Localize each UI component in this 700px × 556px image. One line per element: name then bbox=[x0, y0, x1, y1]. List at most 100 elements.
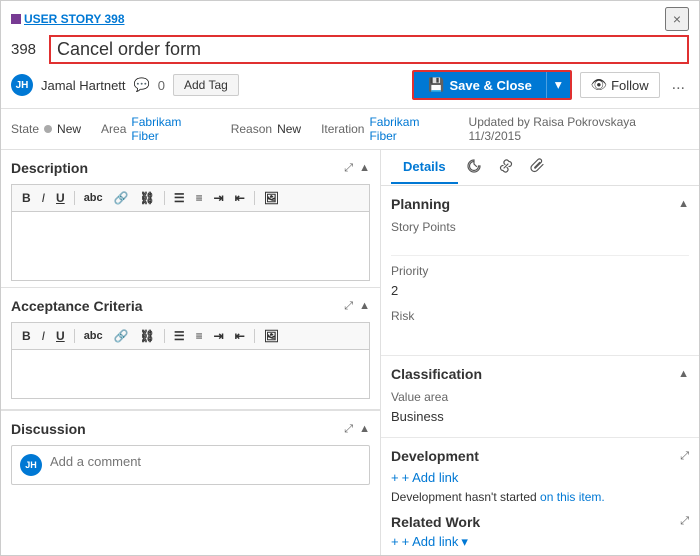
comment-icon: 💬 bbox=[134, 77, 150, 93]
planning-section: Planning ▲ Story Points Priority 2 Risk bbox=[381, 186, 699, 356]
description-header: Description ⤢ ▲ bbox=[11, 160, 370, 176]
tab-attachments[interactable] bbox=[522, 150, 554, 185]
status-dot bbox=[44, 125, 52, 133]
related-work-title: Related Work bbox=[391, 514, 480, 530]
acceptance-controls: ⤢ ▲ bbox=[344, 300, 370, 313]
acceptance-expand-button[interactable]: ⤢ bbox=[344, 300, 353, 313]
acceptance-collapse-button[interactable]: ▲ bbox=[359, 300, 370, 312]
description-editor[interactable] bbox=[11, 211, 370, 281]
sep5 bbox=[164, 329, 165, 343]
avatar: JH bbox=[11, 74, 33, 96]
area-value[interactable]: Fabrikam Fiber bbox=[131, 115, 210, 143]
ac-strikethrough-button[interactable]: abc bbox=[80, 328, 107, 344]
state-value: New bbox=[57, 122, 81, 136]
acceptance-section: Acceptance Criteria ⤢ ▲ B I U abc 🔗 ⛓ ☰ bbox=[1, 288, 380, 410]
follow-button[interactable]: 👁 Follow bbox=[580, 72, 660, 98]
planning-collapse-button[interactable]: ▲ bbox=[678, 198, 689, 210]
planning-title: Planning bbox=[391, 196, 450, 212]
left-panel: Description ⤢ ▲ B I U abc 🔗 ⛓ ☰ ≡ bbox=[1, 150, 381, 555]
add-tag-button[interactable]: Add Tag bbox=[173, 74, 239, 96]
area-item: Area Fabrikam Fiber bbox=[101, 115, 211, 143]
add-link-arrow-icon: + bbox=[391, 534, 399, 549]
state-item: State New bbox=[11, 122, 81, 136]
italic-button[interactable]: I bbox=[38, 189, 49, 207]
add-link-arrow-label: + Add link bbox=[402, 534, 459, 549]
indent-button[interactable]: ⇥ bbox=[210, 189, 228, 207]
save-close-button[interactable]: 💾 Save & Close bbox=[414, 72, 546, 98]
dev-expand-button[interactable]: ⤢ bbox=[680, 450, 689, 463]
risk-label: Risk bbox=[391, 309, 689, 323]
add-link-button[interactable]: + + Add link bbox=[391, 470, 458, 485]
ac-ol-button[interactable]: ≡ bbox=[192, 327, 207, 345]
ac-outdent-button[interactable]: ⇤ bbox=[231, 327, 249, 345]
ac-indent-button[interactable]: ⇥ bbox=[210, 327, 228, 345]
sep1 bbox=[74, 191, 75, 205]
tab-details[interactable]: Details bbox=[391, 151, 458, 184]
classification-collapse-button[interactable]: ▲ bbox=[678, 368, 689, 380]
discussion-title: Discussion bbox=[11, 421, 86, 437]
sep3 bbox=[254, 191, 255, 205]
main-area: Description ⤢ ▲ B I U abc 🔗 ⛓ ☰ ≡ bbox=[1, 150, 699, 555]
header-top: USER STORY 398 × bbox=[11, 7, 689, 31]
reason-value: New bbox=[277, 122, 301, 136]
link-button[interactable]: 🔗 bbox=[110, 189, 133, 207]
dev-note: Development hasn't started on this item. bbox=[391, 489, 689, 506]
priority-value[interactable]: 2 bbox=[391, 280, 689, 301]
ac-image-button[interactable]: 🖼 bbox=[260, 327, 283, 345]
eye-icon: 👁 bbox=[591, 77, 608, 93]
ac-italic-button[interactable]: I bbox=[38, 327, 49, 345]
header: USER STORY 398 × 398 JH Jamal Hartnett 💬… bbox=[1, 1, 699, 109]
ac-ul-button[interactable]: ☰ bbox=[170, 327, 189, 345]
story-points-value[interactable] bbox=[391, 236, 689, 256]
toolbar-row: JH Jamal Hartnett 💬 0 Add Tag 💾 Save & C… bbox=[11, 70, 689, 108]
follow-label: Follow bbox=[611, 78, 649, 93]
dev-note-link: on this item. bbox=[540, 490, 605, 504]
tab-links[interactable] bbox=[490, 150, 522, 185]
image-button[interactable]: 🖼 bbox=[260, 189, 283, 207]
title-row: 398 bbox=[11, 35, 689, 64]
strikethrough-button[interactable]: abc bbox=[80, 190, 107, 206]
link2-button[interactable]: ⛓ bbox=[136, 189, 159, 207]
iteration-value[interactable]: Fabrikam Fiber bbox=[369, 115, 448, 143]
value-area-value[interactable]: Business bbox=[391, 406, 689, 427]
acceptance-editor[interactable] bbox=[11, 349, 370, 399]
sep6 bbox=[254, 329, 255, 343]
ul-button[interactable]: ☰ bbox=[170, 189, 189, 207]
ol-button[interactable]: ≡ bbox=[192, 189, 207, 207]
chevron-down-icon: ▾ bbox=[461, 534, 468, 550]
history-icon bbox=[466, 158, 482, 174]
iteration-item: Iteration Fabrikam Fiber bbox=[321, 115, 448, 143]
discussion-controls: ⤢ ▲ bbox=[344, 423, 370, 436]
close-button[interactable]: × bbox=[665, 7, 689, 31]
bold-button[interactable]: B bbox=[18, 189, 35, 207]
discussion-collapse-button[interactable]: ▲ bbox=[359, 423, 370, 435]
tab-history[interactable] bbox=[458, 150, 490, 185]
tabs: Details bbox=[381, 150, 699, 186]
description-expand-button[interactable]: ⤢ bbox=[344, 162, 353, 175]
add-link-with-arrow-button[interactable]: + + Add link ▾ bbox=[391, 534, 468, 550]
discussion-section: Discussion ⤢ ▲ JH bbox=[1, 411, 380, 555]
dev-title: Development bbox=[391, 448, 479, 464]
title-input[interactable] bbox=[49, 35, 689, 64]
related-work-expand-button[interactable]: ⤢ bbox=[680, 515, 689, 528]
outdent-button[interactable]: ⇤ bbox=[231, 189, 249, 207]
description-collapse-button[interactable]: ▲ bbox=[359, 162, 370, 174]
save-close-group: 💾 Save & Close ▾ bbox=[412, 70, 571, 100]
attachment-icon bbox=[530, 158, 546, 174]
discussion-header: Discussion ⤢ ▲ bbox=[11, 421, 370, 437]
ac-link-button[interactable]: 🔗 bbox=[110, 327, 133, 345]
save-dropdown-button[interactable]: ▾ bbox=[546, 72, 570, 98]
planning-header: Planning ▲ bbox=[391, 196, 689, 212]
comment-input[interactable] bbox=[50, 454, 361, 469]
ac-bold-button[interactable]: B bbox=[18, 327, 35, 345]
risk-value[interactable] bbox=[391, 325, 689, 345]
ac-link2-button[interactable]: ⛓ bbox=[136, 327, 159, 345]
comment-avatar: JH bbox=[20, 454, 42, 476]
related-work-header: Related Work ⤢ bbox=[391, 514, 689, 530]
discussion-expand-button[interactable]: ⤢ bbox=[344, 423, 353, 436]
underline-button[interactable]: U bbox=[52, 189, 69, 207]
work-item-type-link[interactable]: USER STORY 398 bbox=[24, 12, 125, 26]
more-button[interactable]: ... bbox=[668, 72, 689, 98]
iteration-label: Iteration bbox=[321, 122, 364, 136]
ac-underline-button[interactable]: U bbox=[52, 327, 69, 345]
